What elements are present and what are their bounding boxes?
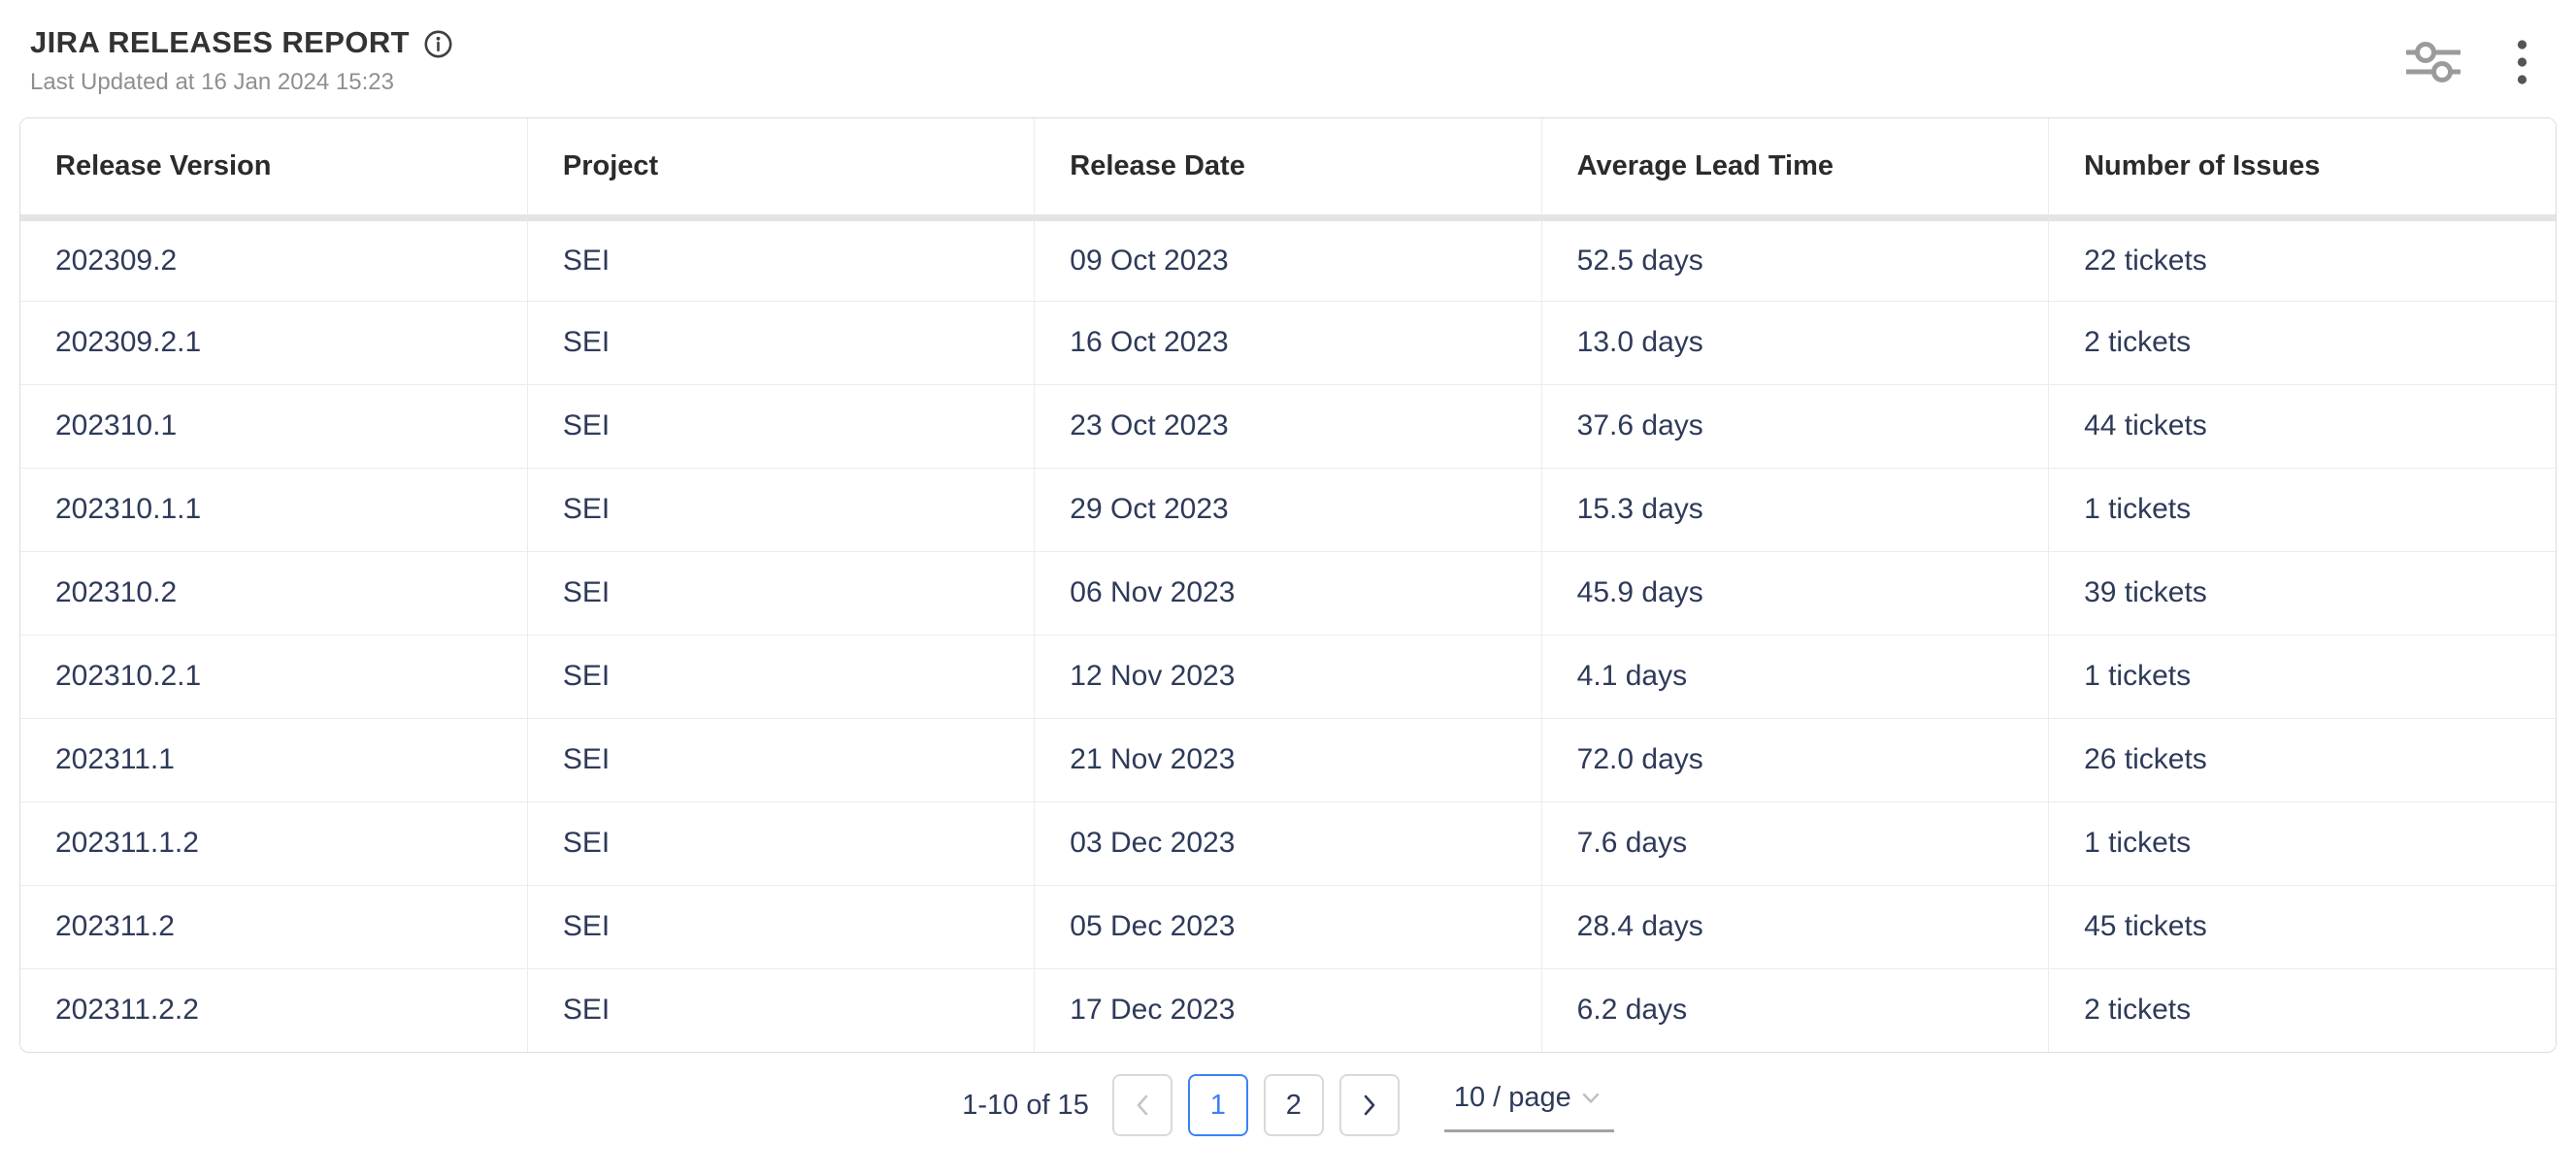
cell-project: SEI (527, 384, 1034, 468)
last-updated-label: Last Updated at 16 Jan 2024 15:23 (30, 69, 2533, 96)
chevron-right-icon (1359, 1093, 1380, 1118)
table-row: 202310.1 SEI 23 Oct 2023 37.6 days 44 ti… (20, 384, 2556, 468)
cell-average-lead-time: 6.2 days (1541, 968, 2048, 1052)
cell-number-of-issues: 1 tickets (2049, 801, 2556, 885)
column-header-number-of-issues: Number of Issues (2049, 118, 2556, 217)
table-row: 202309.2 SEI 09 Oct 2023 52.5 days 22 ti… (20, 217, 2556, 301)
cell-project: SEI (527, 968, 1034, 1052)
cell-release-date: 12 Nov 2023 (1035, 635, 1541, 718)
cell-average-lead-time: 45.9 days (1541, 551, 2048, 635)
cell-project: SEI (527, 468, 1034, 551)
page-title: JIRA RELEASES REPORT (30, 25, 410, 60)
cell-project: SEI (527, 885, 1034, 968)
table-row: 202311.2.2 SEI 17 Dec 2023 6.2 days 2 ti… (20, 968, 2556, 1052)
cell-release-date: 21 Nov 2023 (1035, 718, 1541, 801)
cell-release-date: 05 Dec 2023 (1035, 885, 1541, 968)
cell-average-lead-time: 7.6 days (1541, 801, 2048, 885)
cell-release-date: 16 Oct 2023 (1035, 301, 1541, 384)
cell-release-version: 202311.2 (20, 885, 527, 968)
cell-number-of-issues: 22 tickets (2049, 217, 2556, 301)
cell-release-date: 17 Dec 2023 (1035, 968, 1541, 1052)
table-row: 202309.2.1 SEI 16 Oct 2023 13.0 days 2 t… (20, 301, 2556, 384)
releases-table: Release Version Project Release Date Ave… (19, 117, 2557, 1053)
chevron-down-icon (1581, 1092, 1601, 1105)
cell-number-of-issues: 2 tickets (2049, 968, 2556, 1052)
pagination-range-label: 1-10 of 15 (962, 1090, 1089, 1122)
cell-project: SEI (527, 718, 1034, 801)
table-row: 202311.1 SEI 21 Nov 2023 72.0 days 26 ti… (20, 718, 2556, 801)
cell-release-version: 202310.1 (20, 384, 527, 468)
cell-average-lead-time: 52.5 days (1541, 217, 2048, 301)
table-header-row: Release Version Project Release Date Ave… (20, 118, 2556, 217)
cell-release-version: 202310.1.1 (20, 468, 527, 551)
cell-average-lead-time: 4.1 days (1541, 635, 2048, 718)
cell-release-version: 202311.1 (20, 718, 527, 801)
cell-release-date: 23 Oct 2023 (1035, 384, 1541, 468)
cell-project: SEI (527, 635, 1034, 718)
cell-number-of-issues: 45 tickets (2049, 885, 2556, 968)
page-size-select[interactable]: 10 / page (1444, 1078, 1614, 1132)
cell-number-of-issues: 2 tickets (2049, 301, 2556, 384)
cell-average-lead-time: 15.3 days (1541, 468, 2048, 551)
cell-release-version: 202309.2.1 (20, 301, 527, 384)
cell-number-of-issues: 26 tickets (2049, 718, 2556, 801)
column-header-release-version: Release Version (20, 118, 527, 217)
table-row: 202310.2.1 SEI 12 Nov 2023 4.1 days 1 ti… (20, 635, 2556, 718)
header-actions (2402, 35, 2531, 89)
next-page-button[interactable] (1339, 1074, 1400, 1136)
kebab-menu-icon[interactable] (2513, 35, 2531, 89)
page-2-button[interactable]: 2 (1264, 1074, 1324, 1136)
cell-release-version: 202311.2.2 (20, 968, 527, 1052)
cell-average-lead-time: 13.0 days (1541, 301, 2048, 384)
chevron-left-icon (1132, 1093, 1153, 1118)
cell-number-of-issues: 1 tickets (2049, 635, 2556, 718)
cell-average-lead-time: 72.0 days (1541, 718, 2048, 801)
prev-page-button[interactable] (1112, 1074, 1172, 1136)
cell-average-lead-time: 37.6 days (1541, 384, 2048, 468)
cell-release-version: 202310.2 (20, 551, 527, 635)
cell-number-of-issues: 44 tickets (2049, 384, 2556, 468)
cell-number-of-issues: 39 tickets (2049, 551, 2556, 635)
cell-project: SEI (527, 301, 1034, 384)
column-header-average-lead-time: Average Lead Time (1541, 118, 2048, 217)
pagination: 1-10 of 15 1 2 10 / page (0, 1074, 2576, 1136)
cell-release-date: 29 Oct 2023 (1035, 468, 1541, 551)
cell-release-version: 202310.2.1 (20, 635, 527, 718)
info-circle-icon[interactable] (423, 29, 453, 59)
table-row: 202311.1.2 SEI 03 Dec 2023 7.6 days 1 ti… (20, 801, 2556, 885)
sliders-icon[interactable] (2402, 36, 2464, 88)
table-row: 202310.1.1 SEI 29 Oct 2023 15.3 days 1 t… (20, 468, 2556, 551)
cell-project: SEI (527, 801, 1034, 885)
column-header-release-date: Release Date (1035, 118, 1541, 217)
column-header-project: Project (527, 118, 1034, 217)
cell-project: SEI (527, 217, 1034, 301)
cell-release-date: 09 Oct 2023 (1035, 217, 1541, 301)
cell-release-version: 202311.1.2 (20, 801, 527, 885)
cell-project: SEI (527, 551, 1034, 635)
page-1-button[interactable]: 1 (1188, 1074, 1248, 1136)
table-row: 202310.2 SEI 06 Nov 2023 45.9 days 39 ti… (20, 551, 2556, 635)
cell-number-of-issues: 1 tickets (2049, 468, 2556, 551)
cell-release-version: 202309.2 (20, 217, 527, 301)
cell-release-date: 06 Nov 2023 (1035, 551, 1541, 635)
table-row: 202311.2 SEI 05 Dec 2023 28.4 days 45 ti… (20, 885, 2556, 968)
report-header: JIRA RELEASES REPORT Last Updated at 16 … (0, 0, 2576, 96)
cell-average-lead-time: 28.4 days (1541, 885, 2048, 968)
cell-release-date: 03 Dec 2023 (1035, 801, 1541, 885)
page-size-label: 10 / page (1454, 1082, 1571, 1114)
